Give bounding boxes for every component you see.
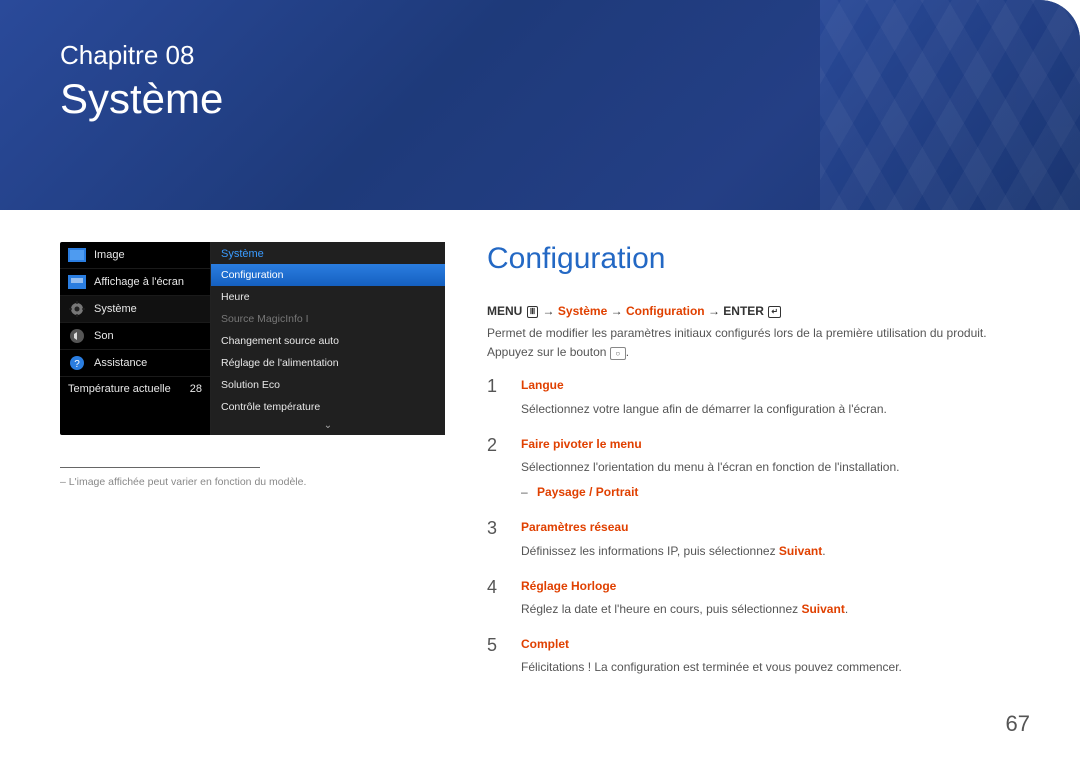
step-title: Faire pivoter le menu	[521, 435, 1020, 454]
step-text: Félicitations ! La configuration est ter…	[521, 658, 1020, 677]
header-pattern	[820, 0, 1080, 210]
step-title: Langue	[521, 376, 1020, 395]
tv-menu-status-label: Température actuelle	[68, 383, 171, 395]
page-number: 67	[1006, 711, 1030, 737]
step-body: Langue Sélectionnez votre langue afin de…	[521, 376, 1020, 418]
step-title: Paramètres réseau	[521, 518, 1020, 537]
step-body: Faire pivoter le menu Sélectionnez l'ori…	[521, 435, 1020, 503]
tv-menu-item-display[interactable]: Affichage à l'écran	[60, 269, 210, 296]
breadcrumb-configuration: Configuration	[626, 304, 705, 318]
tv-menu-item-label: Image	[94, 249, 125, 261]
tv-menu-status-value: 28	[190, 383, 202, 395]
step-3: 3 Paramètres réseau Définissez les infor…	[487, 518, 1020, 560]
tv-menu-item-image[interactable]: Image	[60, 242, 210, 269]
step-body: Paramètres réseau Définissez les informa…	[521, 518, 1020, 560]
tv-menu-item-system[interactable]: Système	[60, 296, 210, 323]
caption-text: L'image affichée peut varier en fonction…	[69, 476, 307, 488]
step-sub-option: – Paysage / Portrait	[521, 483, 1020, 502]
breadcrumb-arrow: →	[708, 304, 723, 318]
caption: – L'image affichée peut varier en foncti…	[60, 476, 445, 488]
right-column: Configuration MENU Ⅲ → Système → Configu…	[487, 242, 1020, 693]
tv-submenu-configuration[interactable]: Configuration	[211, 264, 445, 286]
display-icon	[68, 275, 86, 289]
circle-button-icon: ○	[610, 347, 626, 360]
intro-line-1: Permet de modifier les paramètres initia…	[487, 324, 1020, 343]
tv-menu-right-pane: Système Configuration Heure Source Magic…	[211, 242, 445, 435]
tv-submenu-autosource[interactable]: Changement source auto	[211, 330, 445, 352]
step-body: Réglage Horloge Réglez la date et l'heur…	[521, 577, 1020, 619]
tv-submenu-eco[interactable]: Solution Eco	[211, 374, 445, 396]
breadcrumb-arrow: →	[543, 304, 558, 318]
step-number: 4	[487, 577, 505, 619]
caption-separator	[60, 467, 260, 468]
tv-submenu-power[interactable]: Réglage de l'alimentation	[211, 352, 445, 374]
step-4: 4 Réglage Horloge Réglez la date et l'he…	[487, 577, 1020, 619]
step-number: 3	[487, 518, 505, 560]
intro-line-2: Appuyez sur le bouton ○.	[487, 343, 1020, 362]
image-icon	[68, 248, 86, 262]
intro-paragraph: Permet de modifier les paramètres initia…	[487, 324, 1020, 362]
tv-menu-item-label: Affichage à l'écran	[94, 276, 184, 288]
step-text: Définissez les informations IP, puis sél…	[521, 542, 1020, 561]
breadcrumb-enter-label: ENTER	[723, 304, 764, 318]
tv-menu-screenshot: Image Affichage à l'écran Système	[60, 242, 445, 435]
page-title: Configuration	[487, 242, 1020, 276]
tv-submenu-time[interactable]: Heure	[211, 286, 445, 308]
step-number: 1	[487, 376, 505, 418]
tv-menu-left-pane: Image Affichage à l'écran Système	[60, 242, 211, 435]
content-row: Image Affichage à l'écran Système	[0, 210, 1080, 693]
tv-menu-item-label: Son	[94, 330, 114, 342]
tv-menu-right-header: Système	[211, 242, 445, 264]
step-1: 1 Langue Sélectionnez votre langue afin …	[487, 376, 1020, 418]
breadcrumb-system: Système	[558, 304, 607, 318]
menu-button-icon: Ⅲ	[527, 306, 539, 318]
chevron-down-icon[interactable]: ⌄	[211, 418, 445, 435]
step-2: 2 Faire pivoter le menu Sélectionnez l'o…	[487, 435, 1020, 503]
tv-menu-status-row: Température actuelle 28	[60, 377, 210, 401]
gear-icon	[68, 302, 86, 316]
step-body: Complet Félicitations ! La configuration…	[521, 635, 1020, 677]
tv-menu-item-label: Système	[94, 303, 137, 315]
step-number: 2	[487, 435, 505, 503]
tv-menu-item-sound[interactable]: Son	[60, 323, 210, 350]
tv-menu-item-label: Assistance	[94, 357, 147, 369]
steps-list: 1 Langue Sélectionnez votre langue afin …	[487, 376, 1020, 677]
page-header: Chapitre 08 Système	[0, 0, 1080, 210]
dash: –	[521, 485, 528, 499]
step-text: Réglez la date et l'heure en cours, puis…	[521, 600, 1020, 619]
svg-text:?: ?	[74, 359, 80, 370]
tv-menu-item-support[interactable]: ? Assistance	[60, 350, 210, 377]
breadcrumb-arrow: →	[611, 304, 626, 318]
step-number: 5	[487, 635, 505, 677]
left-column: Image Affichage à l'écran Système	[60, 242, 445, 693]
speaker-icon	[68, 329, 86, 343]
step-title: Complet	[521, 635, 1020, 654]
step-text: Sélectionnez l'orientation du menu à l'é…	[521, 458, 1020, 477]
enter-button-icon: ↵	[768, 306, 781, 318]
tv-submenu-temperature[interactable]: Contrôle température	[211, 396, 445, 418]
step-5: 5 Complet Félicitations ! La configurati…	[487, 635, 1020, 677]
help-icon: ?	[68, 356, 86, 370]
breadcrumb-menu-label: MENU	[487, 304, 522, 318]
step-title: Réglage Horloge	[521, 577, 1020, 596]
tv-submenu-magicinfo: Source MagicInfo I	[211, 308, 445, 330]
breadcrumb: MENU Ⅲ → Système → Configuration → ENTER…	[487, 304, 1020, 318]
sub-option-label: Paysage / Portrait	[537, 485, 638, 499]
step-text: Sélectionnez votre langue afin de démarr…	[521, 400, 1020, 419]
